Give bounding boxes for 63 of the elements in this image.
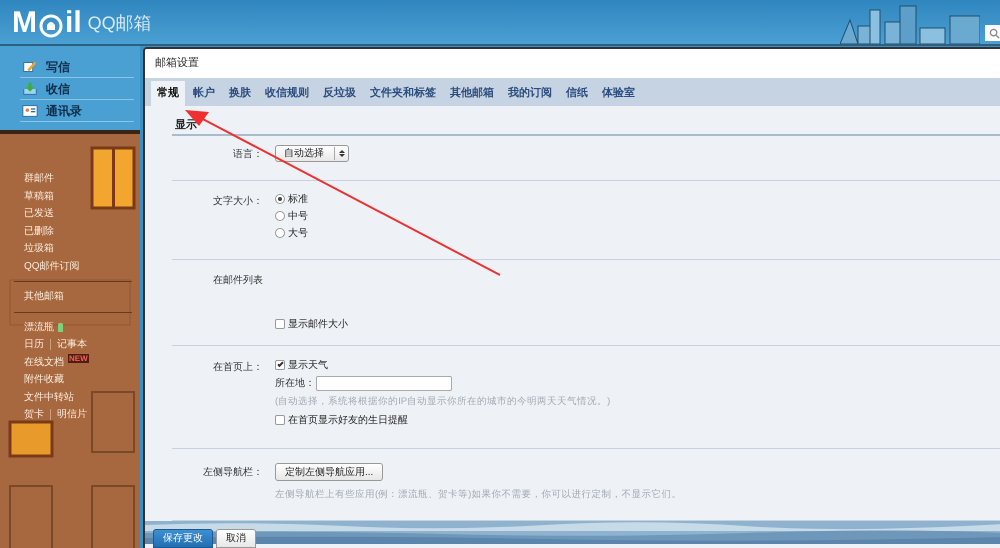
section-heading: 显示 xyxy=(175,118,197,133)
sidebar-action[interactable]: 写信 xyxy=(20,56,134,78)
settings-tab[interactable]: 收信规则 xyxy=(259,81,315,106)
address-card-icon xyxy=(22,102,38,118)
settings-tab[interactable]: 信纸 xyxy=(560,81,594,106)
search-icon xyxy=(989,28,1000,38)
field-label: 所在地： xyxy=(275,376,315,390)
option-label: 标准 xyxy=(288,192,308,206)
cancel-button[interactable]: 取消 xyxy=(216,529,256,548)
sidebar-link[interactable]: 草稿箱 xyxy=(24,188,54,204)
settings-tab[interactable]: 其他邮箱 xyxy=(444,81,500,106)
search-field[interactable] xyxy=(985,25,1000,41)
sidebar-link[interactable]: 已删除 xyxy=(24,224,54,239)
checkbox[interactable] xyxy=(275,415,285,425)
sidebar-link[interactable]: 附件收藏 xyxy=(24,372,64,388)
settings-tab[interactable]: 换肤 xyxy=(223,81,257,106)
settings-tab[interactable]: 文件夹和标签 xyxy=(364,81,442,106)
sidebar-link[interactable]: 贺卡 xyxy=(24,407,44,422)
save-button[interactable]: 保存更改 xyxy=(153,529,213,548)
option-label: 显示邮件大小 xyxy=(288,318,348,332)
settings-tab[interactable]: 反垃圾 xyxy=(317,81,362,106)
settings-tab[interactable]: 我的订阅 xyxy=(502,81,558,106)
sidebar-link[interactable]: 漂流瓶 xyxy=(24,320,54,335)
sidebar-link[interactable]: 记事本 xyxy=(57,337,87,352)
hint-text: (自动选择，系统将根据你的IP自动显示你所在的城市的今明两天天气情况。) xyxy=(275,395,610,409)
option-label: 大号 xyxy=(288,226,308,240)
hint-text: 左侧导航栏上有些应用(例：漂流瓶、贺卡等)如果你不需要，你可以进行定制，不显示它们。 xyxy=(275,488,682,502)
option-label: 在首页显示好友的生日提醒 xyxy=(288,414,408,428)
settings-tab[interactable]: 帐户 xyxy=(187,81,221,106)
checkbox[interactable] xyxy=(275,360,285,370)
sidebar-link[interactable]: 群邮件 xyxy=(24,171,54,186)
setting-label: 语言： xyxy=(233,148,263,161)
bottle-icon xyxy=(58,322,63,332)
setting-label: 在首页上： xyxy=(213,360,263,374)
option-label: 显示天气 xyxy=(288,358,328,372)
logo-text: il xyxy=(65,8,82,38)
sidebar-link[interactable]: 垃圾箱 xyxy=(24,241,54,256)
radio-button[interactable] xyxy=(275,228,285,238)
radio-button[interactable] xyxy=(275,211,285,221)
sidebar-action[interactable]: 通讯录 xyxy=(20,100,134,122)
settings-tab[interactable]: 常规 xyxy=(151,81,185,106)
setting-label: 左侧导航栏： xyxy=(203,466,263,479)
setting-label: 文字大小： xyxy=(213,194,263,208)
sidebar-link[interactable]: 已发送 xyxy=(24,206,54,222)
setting-label: 在邮件列表 xyxy=(213,274,263,287)
radio-button[interactable] xyxy=(275,194,285,204)
sidebar-link[interactable]: 在线文档 xyxy=(24,354,64,370)
product-name: QQ邮箱 xyxy=(88,14,152,32)
sidebar-link[interactable]: 其他邮箱 xyxy=(24,289,64,304)
sidebar-link[interactable]: 文件中转站 xyxy=(24,390,74,405)
sidebar-link[interactable]: 日历 xyxy=(24,337,44,352)
sidebar-action[interactable]: 收信 xyxy=(20,78,134,100)
language-select[interactable]: 自动选择 xyxy=(275,145,349,162)
sidebar-link[interactable]: QQ邮件订阅 xyxy=(24,258,80,274)
logo-text: M xyxy=(12,8,37,38)
option-label: 中号 xyxy=(288,210,308,224)
location-select[interactable] xyxy=(316,376,452,390)
customize-button[interactable]: 定制左侧导航应用... xyxy=(275,463,384,481)
sidebar-link[interactable]: 明信片 xyxy=(57,407,87,422)
settings-tab[interactable]: 体验室 xyxy=(596,81,641,106)
download-tray-icon xyxy=(22,80,38,96)
checkbox[interactable] xyxy=(275,319,285,329)
panel-title: 邮箱设置 xyxy=(155,56,199,72)
